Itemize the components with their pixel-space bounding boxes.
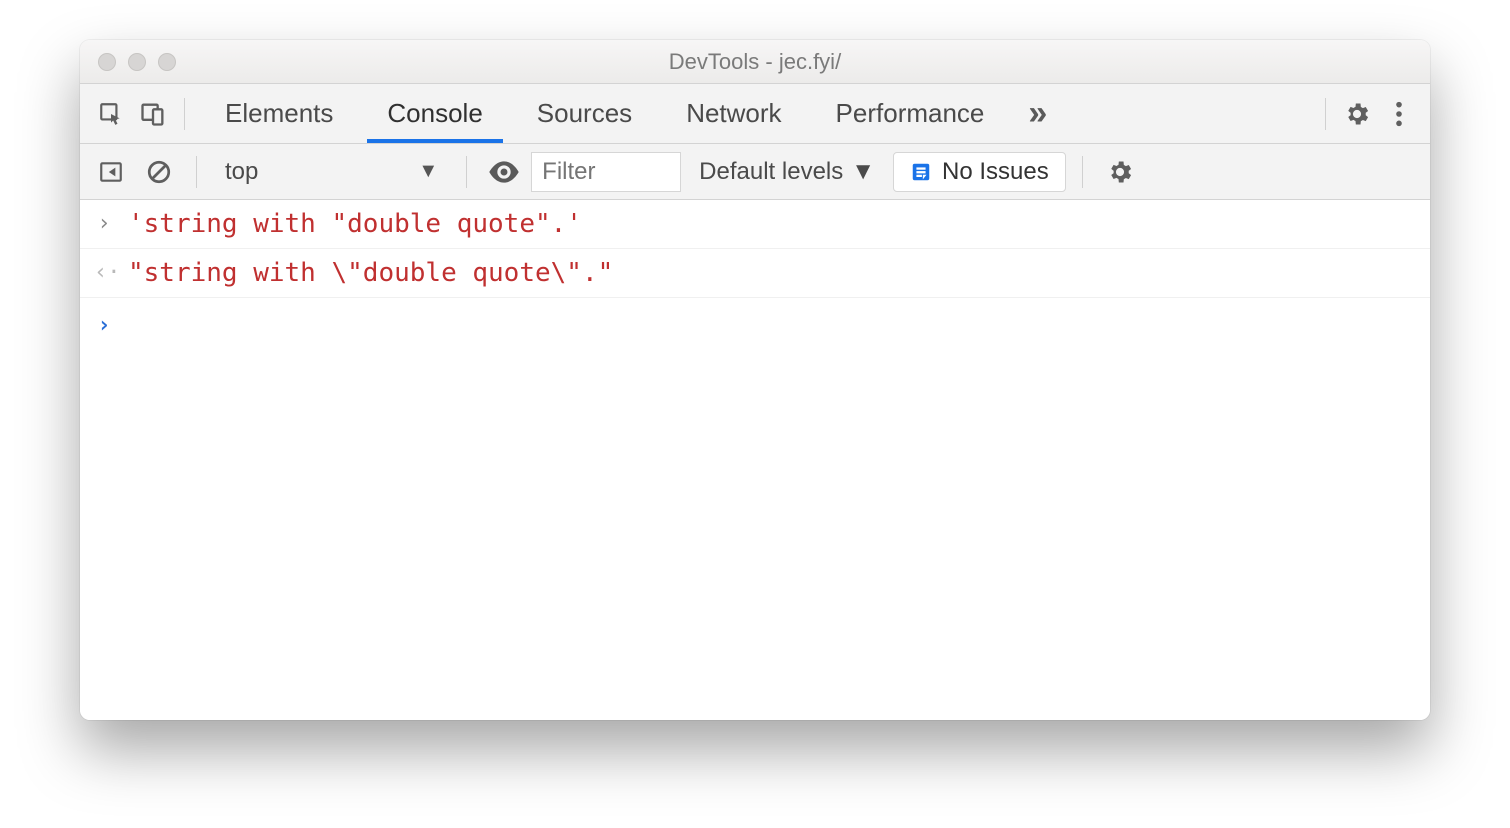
kebab-menu-icon[interactable] [1378, 93, 1420, 135]
tab-elements[interactable]: Elements [201, 84, 357, 143]
console-prompt[interactable]: › [80, 298, 1430, 350]
close-window-button[interactable] [98, 53, 116, 71]
console-output-text: "string with \"double quote\"." [128, 253, 613, 293]
console-settings-gear-icon[interactable] [1099, 151, 1141, 193]
levels-label: Default levels [699, 158, 843, 186]
chevron-down-icon: ▼ [851, 158, 875, 186]
chevron-down-icon: ▼ [418, 160, 438, 183]
window-title: DevTools - jec.fyi/ [80, 49, 1430, 75]
more-tabs-button[interactable]: » [1014, 84, 1061, 143]
minimize-window-button[interactable] [128, 53, 146, 71]
prompt-marker-icon: › [94, 306, 114, 346]
output-marker-icon: ‹· [94, 253, 114, 293]
live-expression-icon[interactable] [483, 151, 525, 193]
context-label: top [225, 158, 258, 186]
device-toolbar-icon[interactable] [132, 93, 174, 135]
tab-sources[interactable]: Sources [513, 84, 656, 143]
separator [1325, 98, 1326, 130]
separator [184, 98, 185, 130]
separator [466, 156, 467, 188]
log-levels-select[interactable]: Default levels ▼ [687, 158, 887, 186]
issues-label: No Issues [942, 158, 1049, 186]
panel-tabs: Elements Console Sources Network Perform… [201, 84, 1061, 143]
tab-network[interactable]: Network [662, 84, 805, 143]
sidebar-toggle-icon[interactable] [90, 151, 132, 193]
filter-input[interactable] [531, 152, 681, 192]
settings-gear-icon[interactable] [1336, 93, 1378, 135]
input-marker-icon: › [94, 204, 114, 244]
devtools-window: DevTools - jec.fyi/ Elements Console Sou… [80, 40, 1430, 720]
tab-console[interactable]: Console [363, 84, 506, 143]
console-input-echo: › 'string with "double quote".' [80, 200, 1430, 249]
console-result: ‹· "string with \"double quote\"." [80, 249, 1430, 298]
inspect-element-icon[interactable] [90, 93, 132, 135]
traffic-lights [80, 53, 176, 71]
issues-button[interactable]: No Issues [893, 152, 1066, 192]
titlebar: DevTools - jec.fyi/ [80, 40, 1430, 84]
zoom-window-button[interactable] [158, 53, 176, 71]
separator [1082, 156, 1083, 188]
issues-icon [910, 161, 932, 183]
console-toolbar: top ▼ Default levels ▼ No Issues [80, 144, 1430, 200]
execution-context-select[interactable]: top ▼ [213, 158, 450, 186]
clear-console-icon[interactable] [138, 151, 180, 193]
separator [196, 156, 197, 188]
tab-performance[interactable]: Performance [812, 84, 1009, 143]
console-output: › 'string with "double quote".' ‹· "stri… [80, 200, 1430, 720]
devtools-tabstrip: Elements Console Sources Network Perform… [80, 84, 1430, 144]
console-input-text: 'string with "double quote".' [128, 204, 582, 244]
